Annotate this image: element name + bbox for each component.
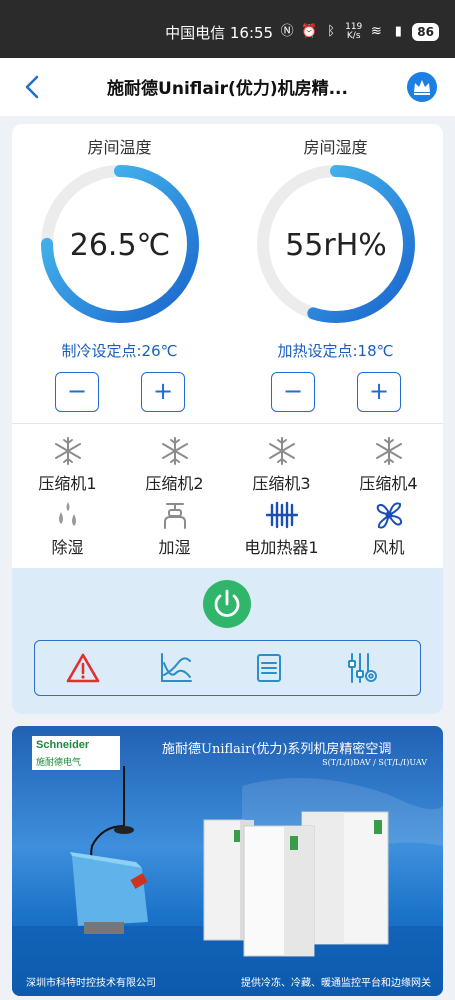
- heating-increase-button[interactable]: +: [357, 372, 401, 412]
- page-title: 施耐德Uniflair(优力)机房精...: [107, 79, 348, 99]
- fan-icon: [376, 502, 402, 529]
- chart-icon: [161, 653, 192, 682]
- banner-title: 施耐德Uniflair(优力)系列机房精密空调: [162, 742, 392, 757]
- net-speed: 119 K/s: [345, 22, 363, 41]
- snowflake-icon: [161, 437, 188, 465]
- component-compressor-3[interactable]: 压缩机3: [228, 436, 335, 494]
- snowflake-icon: [375, 437, 402, 465]
- power-icon: [214, 589, 240, 617]
- component-humidify[interactable]: 加湿: [121, 500, 228, 558]
- vip-button[interactable]: [407, 72, 437, 102]
- battery-indicator: 86: [412, 23, 439, 41]
- temperature-section: 房间温度 26.5℃ 制冷设定点:26℃ − +: [12, 124, 227, 424]
- banner-company: 深圳市科特时控技术有限公司: [26, 978, 156, 989]
- component-fan[interactable]: 风机: [335, 500, 442, 558]
- crown-icon: [414, 80, 430, 95]
- humidifier-icon: [163, 503, 186, 529]
- settings-sliders-icon: [348, 653, 377, 683]
- component-compressor-4[interactable]: 压缩机4: [335, 436, 442, 494]
- component-dehumidify[interactable]: 除湿: [14, 500, 121, 558]
- cooling-setpoint: 制冷设定点:26℃: [61, 342, 178, 360]
- list-button[interactable]: [251, 651, 287, 685]
- toolbar: [34, 640, 421, 696]
- alarm-clock-icon: ⏰: [301, 24, 318, 39]
- snowflake-icon: [268, 437, 295, 465]
- settings-button[interactable]: [344, 651, 380, 685]
- component-compressor-2[interactable]: 压缩机2: [121, 436, 228, 494]
- back-button[interactable]: [18, 72, 48, 102]
- status-bar: 中国电信 16:55 Ⓝ ⏰ ᛒ 119 K/s ≋ ▮ 86: [0, 0, 455, 58]
- section-divider: [12, 423, 443, 424]
- status-bar-info: 中国电信 16:55 Ⓝ ⏰ ᛒ 119 K/s ≋ ▮ 86: [165, 20, 439, 44]
- banner-services: 提供冷冻、冷藏、暖通监控平台和边缘网关: [241, 978, 431, 989]
- gateway-device: [70, 852, 148, 934]
- humidity-gauge: 55rH%: [254, 162, 418, 326]
- heater-icon: [265, 501, 298, 529]
- bluetooth-icon: ᛒ: [327, 24, 336, 39]
- wifi-icon: ≋: [370, 24, 382, 39]
- snowflake-icon: [54, 437, 81, 465]
- ac-units: [203, 811, 389, 957]
- nav-bar: 施耐德Uniflair(优力)机房精...: [0, 58, 455, 116]
- humidity-value: 55rH%: [285, 228, 387, 263]
- chart-button[interactable]: [158, 651, 194, 685]
- alarm-icon: [66, 653, 100, 683]
- chevron-left-icon: [25, 75, 39, 99]
- control-area: [12, 568, 443, 714]
- cooling-decrease-button[interactable]: −: [55, 372, 99, 412]
- cooling-increase-button[interactable]: +: [141, 372, 185, 412]
- carrier-time: 中国电信 16:55: [165, 23, 274, 42]
- product-banner[interactable]: Schneider 施耐德电气 施耐德Uniflair(优力)系列机房精密空调 …: [12, 726, 443, 996]
- humidity-label: 房间湿度: [303, 138, 368, 157]
- heating-decrease-button[interactable]: −: [271, 372, 315, 412]
- droplets-icon: [58, 502, 76, 526]
- heating-setpoint: 加热设定点:18℃: [277, 342, 394, 360]
- component-electric-heater-1[interactable]: 电加热器1: [228, 500, 335, 558]
- banner-models: S(T/L/I)DAV / S(T/L/I)UAV: [322, 758, 427, 767]
- list-icon: [257, 654, 281, 682]
- temperature-gauge: 26.5℃: [38, 162, 202, 326]
- temperature-label: 房间温度: [87, 138, 152, 157]
- power-button[interactable]: [203, 580, 251, 628]
- signal-icon: ▮: [394, 24, 402, 39]
- humidity-section: 房间湿度 55rH% 加热设定点:18℃ − +: [228, 124, 443, 424]
- device-panel: 房间温度 26.5℃ 制冷设定点:26℃ − + 房间湿度 55rH% 加热设定…: [12, 124, 443, 714]
- alarm-button[interactable]: [65, 651, 101, 685]
- temperature-value: 26.5℃: [69, 228, 171, 263]
- component-compressor-1[interactable]: 压缩机1: [14, 436, 121, 494]
- nfc-icon: Ⓝ: [280, 24, 294, 39]
- schneider-logo: Schneider 施耐德电气: [32, 736, 120, 770]
